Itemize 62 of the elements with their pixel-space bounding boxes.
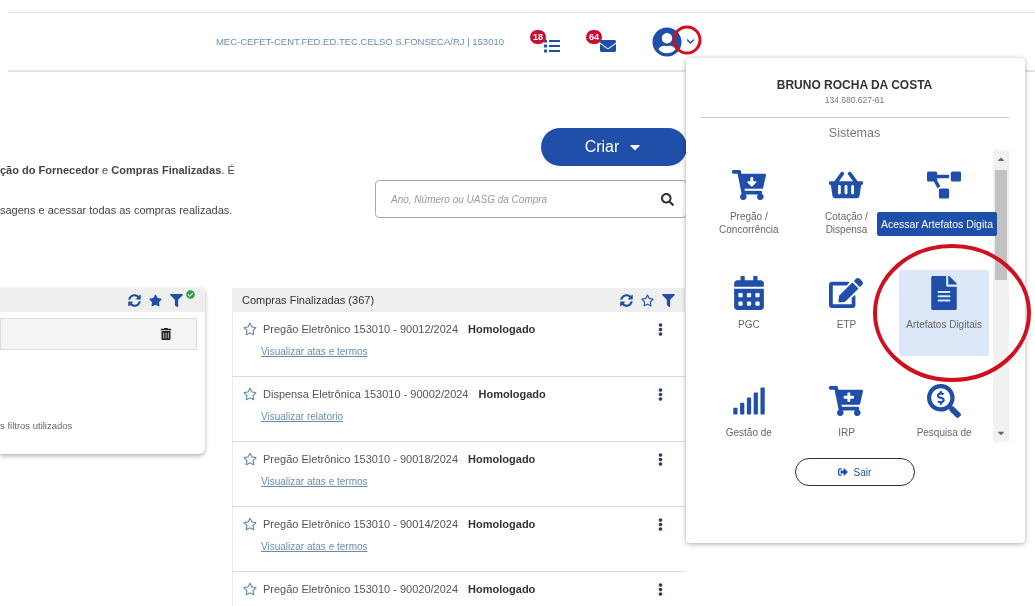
create-button[interactable]: Criar — [541, 128, 687, 166]
view-link[interactable]: Visualizar atas e termos — [261, 476, 368, 487]
user-cpf: 134.680.627-61 — [824, 95, 885, 105]
user-menu-button[interactable] — [652, 26, 695, 57]
highlight-circle — [672, 25, 702, 55]
count-badge: 64 — [586, 29, 602, 44]
tasks-button[interactable]: 18 — [530, 29, 560, 54]
calendar-icon — [731, 276, 766, 310]
purchase-title: Pregão Eletrônico 153010 - 90018/2024 — [263, 453, 459, 465]
messages-button[interactable]: 64 — [586, 29, 616, 54]
intro-text: ção do Fornecedor e Compras Finalizadas. É — [0, 164, 235, 176]
tooltip: Acessar Artefatos Digita — [877, 212, 998, 236]
system-item[interactable]: Gestão de — [703, 378, 794, 442]
view-link[interactable]: Visualizar relatorio — [261, 411, 344, 422]
system-item[interactable]: IRP — [801, 378, 892, 442]
refresh-icon[interactable] — [620, 293, 633, 307]
logout-button[interactable]: Sair — [794, 458, 915, 486]
user-name: BRUNO ROCHA DA COSTA — [776, 78, 933, 92]
system-item[interactable]: Pregão / Concorrência — [703, 162, 794, 248]
search-dollar-icon — [927, 384, 962, 418]
star-icon[interactable] — [641, 293, 654, 307]
filter-icon[interactable] — [662, 293, 675, 307]
status-text: Homologado — [468, 583, 536, 595]
card-title: Compras Finalizadas (367) — [242, 294, 375, 306]
count-badge: 18 — [530, 29, 546, 44]
bar-chart-icon — [731, 384, 766, 418]
view-link[interactable]: Visualizar atas e termos — [261, 541, 368, 552]
star-icon[interactable] — [243, 322, 257, 336]
note-text: s filtros utilizados — [0, 420, 74, 431]
status-text: Homologado — [478, 388, 546, 400]
star-icon[interactable] — [243, 387, 257, 401]
star-icon[interactable] — [243, 517, 257, 531]
cart-icon — [731, 168, 766, 202]
system-item[interactable]: ETP — [801, 270, 892, 356]
intro-text: sagens e acessar todas as compras realizadas. — [0, 204, 234, 216]
status-text: Homologado — [468, 518, 536, 530]
view-link[interactable]: Visualizar atas e termos — [261, 346, 368, 357]
purchase-title: Dispensa Eletrônica 153010 - 90002/2024 — [263, 388, 469, 400]
purchase-title: Pregão Eletrônico 153010 - 90012/2024 — [263, 323, 459, 335]
star-icon[interactable] — [149, 293, 162, 307]
avatar-icon — [652, 26, 682, 57]
star-icon[interactable] — [243, 452, 257, 466]
envelope-icon — [600, 37, 616, 54]
refresh-icon[interactable] — [128, 293, 141, 307]
list-icon — [544, 37, 560, 54]
edit-icon — [829, 276, 864, 310]
cart-plus-icon — [829, 384, 864, 418]
search-icon[interactable] — [661, 192, 674, 206]
filter-icon[interactable] — [170, 293, 183, 307]
organization-label: MEC-CEFET-CENT.FED.ED.TEC.CELSO S.FONSECA/RJ | 153010 — [215, 36, 504, 47]
status-text: Homologado — [468, 453, 536, 465]
status-text: Homologado — [468, 323, 536, 335]
system-item[interactable]: Artefatos Digitais — [899, 270, 990, 356]
section-title: Sistemas — [828, 126, 881, 140]
trash-icon[interactable] — [160, 328, 172, 340]
system-item[interactable]: PGC — [703, 270, 794, 356]
purchase-title: Pregão Eletrônico 153010 - 90014/2024 — [263, 518, 459, 530]
purchase-title: Pregão Eletrônico 153010 - 90020/2024 — [263, 583, 459, 595]
logout-icon — [837, 467, 848, 477]
star-icon[interactable] — [243, 582, 257, 596]
system-item[interactable]: Pesquisa de — [899, 378, 990, 442]
diagram-icon — [927, 168, 962, 202]
